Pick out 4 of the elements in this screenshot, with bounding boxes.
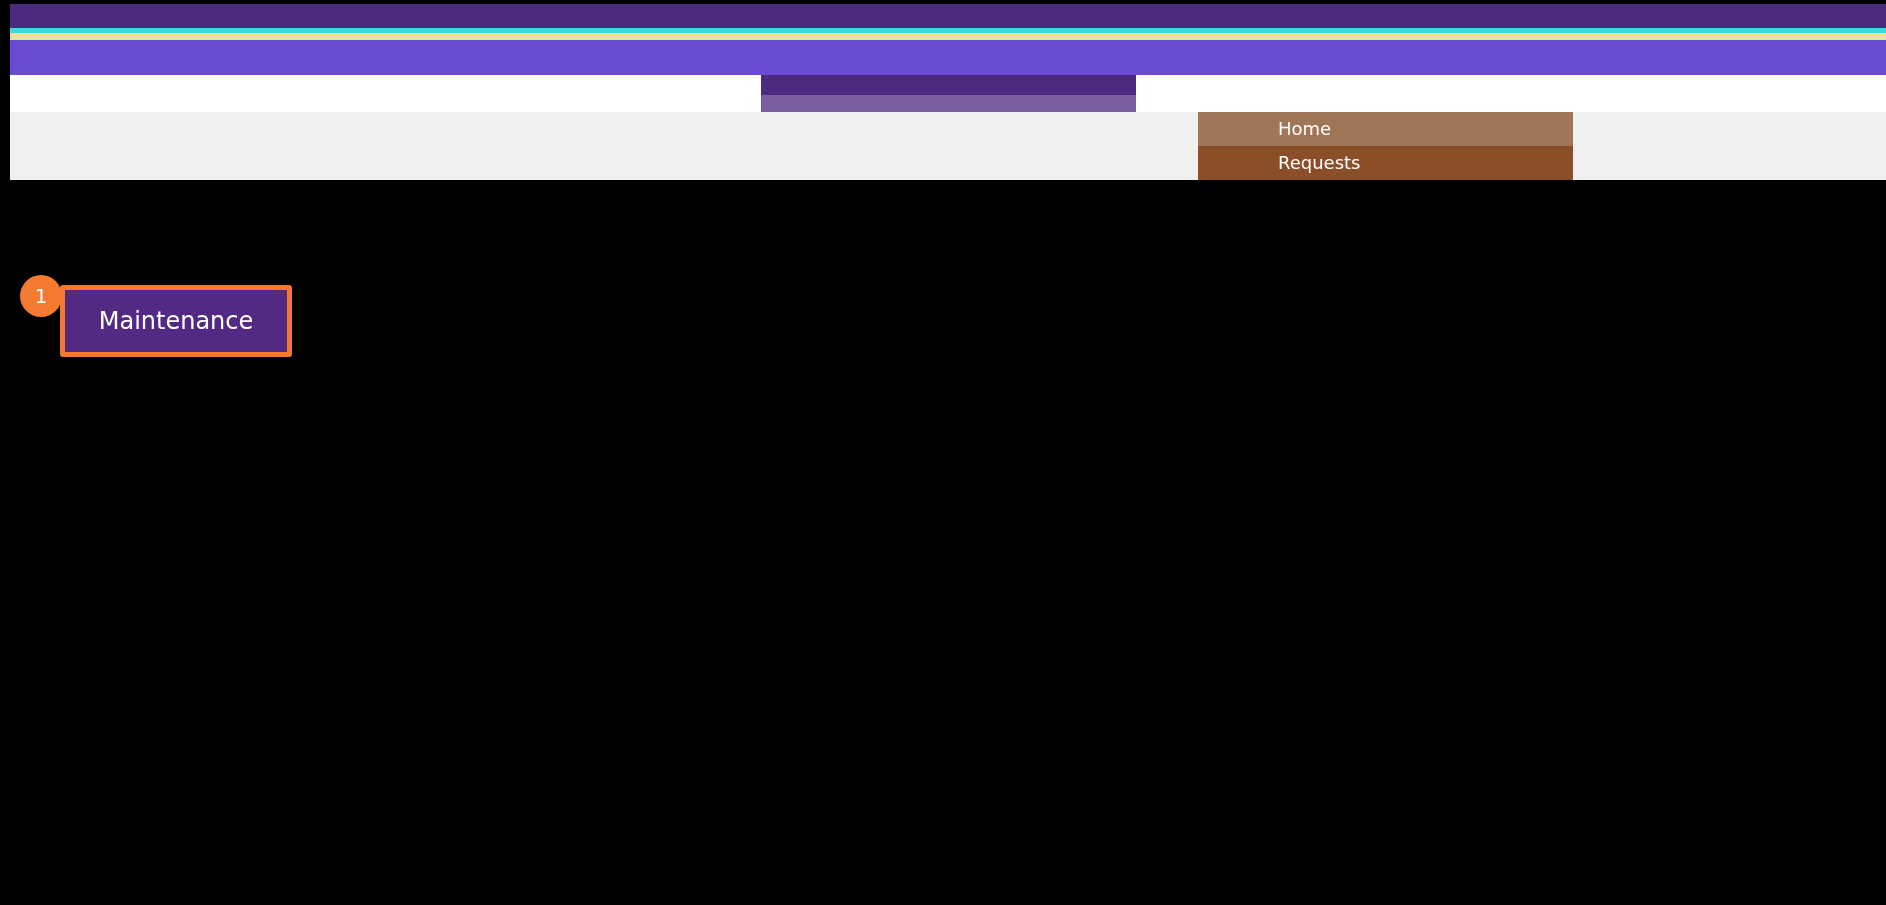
- menu-item[interactable]: Requests: [1198, 146, 1573, 180]
- menu-item[interactable]: Home: [1198, 112, 1573, 146]
- step-badge: 1: [20, 275, 62, 317]
- maintenance-button[interactable]: Maintenance: [60, 285, 292, 357]
